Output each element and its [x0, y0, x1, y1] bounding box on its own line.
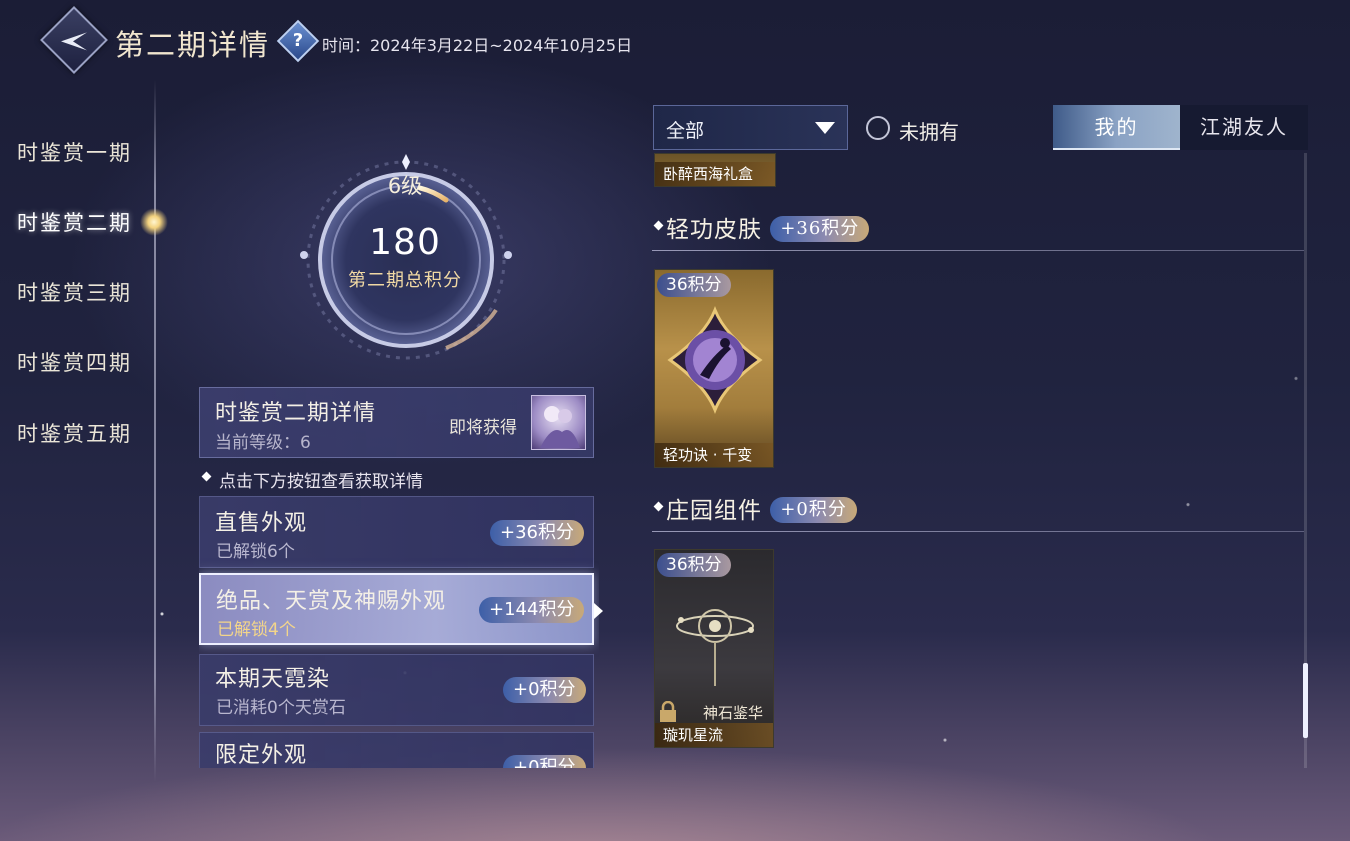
- category-points-badge: +144积分: [479, 597, 585, 623]
- nav-item-period-5[interactable]: 时鉴赏五期: [0, 409, 150, 459]
- lock-icon: [660, 701, 676, 722]
- section-points-badge: +0积分: [770, 497, 857, 523]
- nav-divider: [154, 80, 156, 782]
- scrollbar-thumb[interactable]: [1303, 663, 1308, 738]
- category-points-badge: +36积分: [490, 520, 584, 546]
- armillary-sphere-icon: [676, 609, 754, 686]
- qinggong-emblem-icon: [667, 305, 763, 415]
- period-label: 时间：2024年3月22日~2024年10月25日: [322, 36, 633, 55]
- section-points-badge: +36积分: [770, 216, 870, 242]
- collection-item-card[interactable]: 36积分 轻功诀 · 千变: [654, 269, 774, 468]
- section-divider: [652, 250, 1304, 251]
- total-score-label: 第二期总积分: [348, 270, 462, 291]
- filter-dropdown-value: 全部: [666, 120, 705, 142]
- category-card-dye[interactable]: 本期天霓染 已消耗0个天赏石 +0积分: [199, 654, 594, 726]
- current-level-text: 当前等级：6: [215, 433, 311, 453]
- question-icon[interactable]: ?: [276, 19, 320, 63]
- item-name: 轻功诀 · 千变: [655, 443, 773, 467]
- nav-item-period-3[interactable]: 时鉴赏三期: [0, 268, 150, 318]
- hint-bullet-icon: [201, 471, 212, 482]
- category-list[interactable]: 直售外观 已解锁6个 +36积分 绝品、天赏及神赐外观 已解锁4个 +144积分…: [199, 495, 599, 768]
- category-title: 绝品、天赏及神赐外观: [216, 589, 447, 614]
- section-title-text: 庄园组件: [666, 498, 762, 524]
- upcoming-reward-thumbnail[interactable]: [531, 395, 586, 450]
- category-title: 本期天霓染: [215, 667, 331, 692]
- category-title: 限定外观: [215, 743, 308, 768]
- level-label: 6级: [387, 174, 423, 198]
- item-points-badge: 36积分: [657, 273, 731, 297]
- category-points-badge: +0积分: [503, 755, 586, 768]
- active-indicator-icon: [140, 208, 168, 236]
- total-score-value: 180: [369, 222, 441, 263]
- section-title-qinggong: 轻功皮肤 +36积分: [666, 210, 870, 244]
- collection-scroll-area[interactable]: 卧醉西海礼盒 轻功皮肤 +36积分 36积分 轻功诀 · 千变 庄园组件 +0积…: [652, 153, 1312, 768]
- category-subtitle: 已解锁6个: [216, 542, 295, 562]
- category-subtitle: 已消耗0个天赏石: [216, 698, 346, 718]
- section-title-manor: 庄园组件 +0积分: [666, 491, 857, 525]
- category-points-badge: +0积分: [503, 677, 586, 703]
- back-arrow-icon: [61, 32, 87, 51]
- filter-dropdown[interactable]: 全部: [653, 105, 848, 150]
- section-divider: [652, 531, 1304, 532]
- category-title: 直售外观: [215, 511, 308, 536]
- section-title-text: 轻功皮肤: [666, 217, 762, 243]
- section-bullet-icon: [653, 501, 664, 512]
- tab-mine[interactable]: 我的: [1053, 105, 1180, 150]
- chevron-down-icon: [815, 122, 835, 134]
- item-name: 璇玑星流: [655, 723, 773, 747]
- collection-item-partial[interactable]: 卧醉西海礼盒: [654, 153, 776, 187]
- nav-item-period-1[interactable]: 时鉴赏一期: [0, 128, 150, 178]
- item-tag: 神石鉴华: [703, 704, 764, 722]
- upcoming-reward-label: 即将获得: [449, 418, 517, 438]
- nav-item-period-4[interactable]: 时鉴赏四期: [0, 338, 150, 388]
- item-points-badge: 36积分: [657, 553, 731, 577]
- category-card-limited[interactable]: 限定外观 +0积分: [199, 732, 594, 768]
- not-owned-radio[interactable]: [866, 116, 890, 140]
- nav-item-period-2[interactable]: 时鉴赏二期: [0, 198, 150, 248]
- collection-item-card[interactable]: 36积分 神石鉴华 璇玑星流: [654, 549, 774, 748]
- tab-friends[interactable]: 江湖友人: [1180, 105, 1308, 150]
- item-name: 卧醉西海礼盒: [655, 162, 775, 186]
- period-detail-title: 时鉴赏二期详情: [215, 401, 377, 426]
- back-button[interactable]: [40, 6, 108, 74]
- category-card-premium[interactable]: 绝品、天赏及神赐外观 已解锁4个 +144积分: [199, 573, 594, 645]
- section-bullet-icon: [653, 220, 664, 231]
- hint-text: 点击下方按钮查看获取详情: [219, 472, 423, 492]
- not-owned-label[interactable]: 未拥有: [899, 116, 959, 145]
- selected-arrow-icon: [594, 603, 603, 619]
- category-subtitle: 已解锁4个: [217, 620, 296, 640]
- page-title: 第二期详情: [115, 28, 271, 62]
- category-card-direct-sale[interactable]: 直售外观 已解锁6个 +36积分: [199, 496, 594, 568]
